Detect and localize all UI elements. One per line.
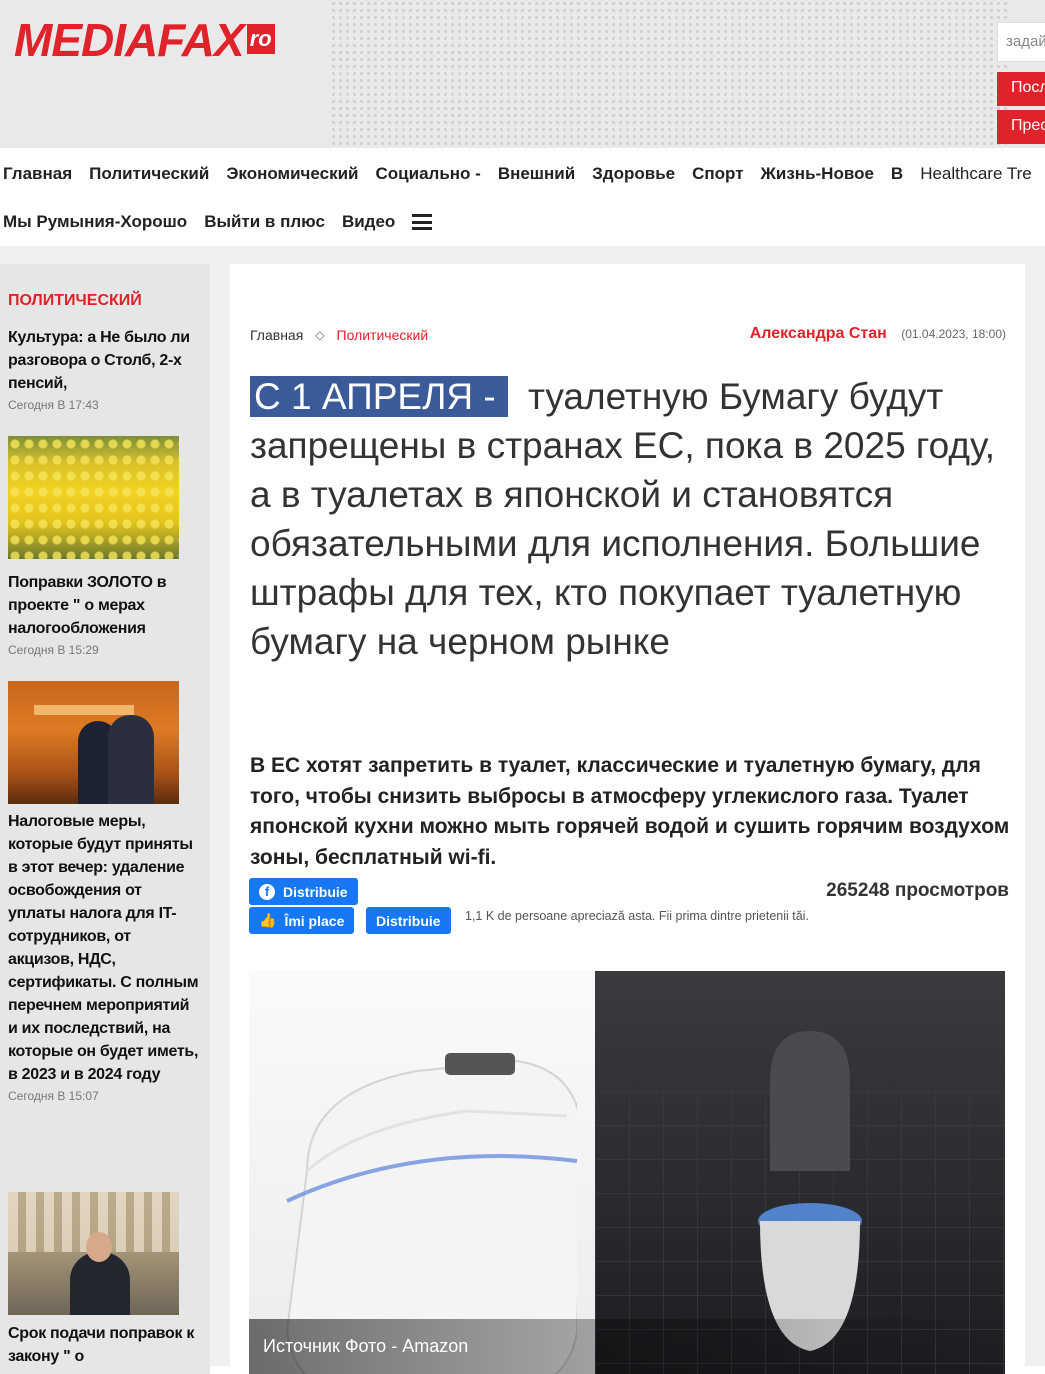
publish-date: (01.04.2023, 18:00)	[901, 327, 1006, 341]
nav-item-economic[interactable]: Экономический	[226, 164, 358, 184]
site-logo[interactable]: MEDIAFAX ro	[14, 16, 275, 64]
share-label-2: Distribuie	[376, 912, 441, 929]
sidebar-article-image[interactable]	[8, 681, 179, 804]
sidebar: ПОЛИТИЧЕСКИЙ Культура: а Не было ли разг…	[0, 264, 210, 1374]
latest-news-button[interactable]: Посл	[997, 72, 1045, 106]
author-name[interactable]: Александра Стан	[750, 325, 887, 342]
photo-caption: Источник Фото - Amazon	[263, 1336, 469, 1356]
photo-panel-right	[595, 971, 1005, 1374]
headline-text: туалетную Бумагу будут запрещены в стран…	[250, 376, 996, 662]
article-lead: В ЕС хотят запретить в туалет, классичес…	[250, 754, 1010, 869]
sidebar-article-image[interactable]	[8, 1192, 179, 1315]
nav-item-romania[interactable]: Мы Румыния-Хорошо	[3, 212, 187, 232]
article-byline: Александра Стан (01.04.2023, 18:00)	[750, 325, 1006, 343]
thumbs-up-icon: 👍	[259, 912, 277, 928]
nav-item-video[interactable]: Видео	[342, 212, 395, 232]
nav-item-v[interactable]: В	[891, 164, 903, 184]
share-label: Distribuie	[283, 883, 348, 900]
sidebar-article[interactable]: Налоговые меры, которые будут приняты в …	[8, 810, 200, 1103]
nav-item-political[interactable]: Политический	[89, 164, 209, 184]
sidebar-article-title[interactable]: Налоговые меры, которые будут приняты в …	[8, 810, 200, 1086]
nav-item-external[interactable]: Внешний	[498, 164, 575, 184]
sidebar-category-title[interactable]: ПОЛИТИЧЕСКИЙ	[8, 292, 142, 310]
facebook-icon: f	[259, 883, 275, 900]
nav-item-health[interactable]: Здоровье	[592, 164, 675, 184]
hamburger-menu-icon[interactable]	[412, 214, 433, 230]
nav-item-sport[interactable]: Спорт	[692, 164, 743, 184]
article-card: Главная ◇ Политический Александра Стан (…	[230, 264, 1025, 1374]
facebook-share-button[interactable]: f Distribuie	[249, 878, 358, 905]
facebook-share-button-2[interactable]: Distribuie	[366, 907, 451, 934]
like-count-note: 1,1 K de persoane apreciază asta. Fii pr…	[465, 909, 809, 923]
sidebar-article-title[interactable]: Поправки ЗОЛОТО в проекте " о мерах нало…	[8, 571, 200, 640]
site-header: MEDIAFAX ro задай Посл Прес	[0, 0, 1045, 148]
page-body: ПОЛИТИЧЕСКИЙ Культура: а Не было ли разг…	[0, 246, 1045, 1374]
breadcrumb-separator-icon: ◇	[315, 328, 325, 342]
article-main-photo[interactable]: Источник Фото - Amazon	[249, 971, 1005, 1374]
sidebar-article-image[interactable]	[8, 436, 179, 559]
sidebar-article[interactable]: Срок подачи поправок к закону " о	[8, 1322, 200, 1368]
sidebar-article[interactable]: Поправки ЗОЛОТО в проекте " о мерах нало…	[8, 571, 200, 657]
breadcrumb-home[interactable]: Главная	[250, 327, 303, 343]
headline-highlight: С 1 АПРЕЛЯ -	[250, 376, 508, 417]
main-navigation: Главная Политический Экономический Социа…	[0, 148, 1045, 246]
social-share-bar: f Distribuie 👍 Îmi place Distribuie 1,1 …	[249, 878, 1009, 948]
sidebar-article-title[interactable]: Культура: а Не было ли разговора о Столб…	[8, 326, 200, 395]
sidebar-article-time: Сегодня В 17:43	[8, 398, 99, 412]
logo-suffix: ro	[246, 24, 275, 54]
like-label: Îmi place	[284, 912, 345, 929]
nav-row-2: Мы Румыния-Хорошо Выйти в плюс Видео	[3, 212, 449, 232]
nav-item-healthcare[interactable]: Healthcare Tre	[920, 164, 1032, 184]
nav-item-life[interactable]: Жизнь-Новое	[761, 164, 874, 184]
sidebar-article-time: Сегодня В 15:07	[8, 1089, 99, 1103]
photo-panel-left	[249, 971, 595, 1374]
nav-row-1: Главная Политический Экономический Социа…	[3, 164, 1045, 184]
nav-item-plus[interactable]: Выйти в плюс	[204, 212, 325, 232]
breadcrumb: Главная ◇ Политический	[250, 327, 428, 343]
article-headline: С 1 АПРЕЛЯ - туалетную Бумагу будут запр…	[250, 372, 1010, 666]
facebook-like-button[interactable]: 👍 Îmi place	[249, 907, 355, 934]
nav-item-home[interactable]: Главная	[3, 164, 72, 184]
sidebar-article[interactable]: Культура: а Не было ли разговора о Столб…	[8, 326, 200, 412]
sidebar-article-title[interactable]: Срок подачи поправок к закону " о	[8, 1322, 200, 1368]
search-input[interactable]: задай	[997, 22, 1045, 62]
sidebar-article-time: Сегодня В 15:29	[8, 643, 99, 657]
logo-text: MEDIAFAX	[14, 14, 245, 66]
press-button[interactable]: Прес	[997, 110, 1045, 144]
view-count: 265248 просмотров	[826, 880, 1009, 901]
nav-item-social[interactable]: Социально -	[376, 164, 481, 184]
breadcrumb-category[interactable]: Политический	[337, 327, 429, 343]
world-map-background	[330, 0, 1010, 148]
